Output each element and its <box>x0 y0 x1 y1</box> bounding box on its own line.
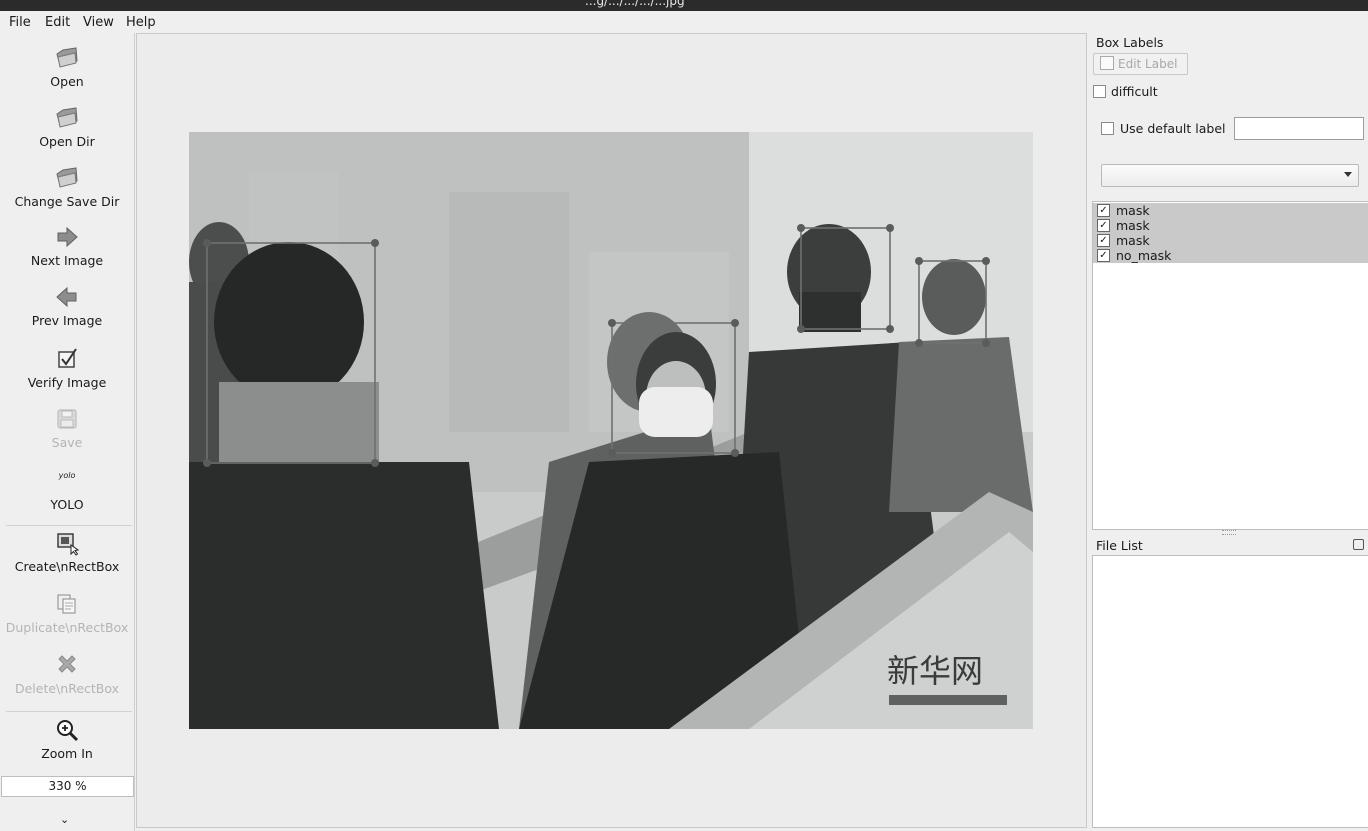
label-list-item[interactable]: ✓ mask <box>1093 203 1368 218</box>
right-dock: Box Labels Edit Label difficult Use defa… <box>1088 33 1368 831</box>
zoom-in-button[interactable]: Zoom In <box>0 717 134 761</box>
label-list-item[interactable]: ✓ mask <box>1093 233 1368 248</box>
menu-bar: File Edit View Help <box>0 11 1368 33</box>
edit-label-button[interactable]: Edit Label <box>1093 53 1188 75</box>
delete-rectbox-label: Delete\nRectBox <box>14 681 120 696</box>
label-list-item[interactable]: ✓ mask <box>1093 218 1368 233</box>
photo-scene: 新华网 <box>189 132 1033 729</box>
change-save-dir-button[interactable]: Change Save Dir <box>0 165 134 209</box>
duplicate-rectbox-button[interactable]: Duplicate\nRectBox <box>0 591 134 635</box>
window-title: ...g/.../.../.../...jpg <box>585 0 685 8</box>
open-dir-label: Open Dir <box>39 134 95 149</box>
prev-image-label: Prev Image <box>31 313 103 328</box>
folder-open-icon <box>56 167 78 188</box>
box-labels-title: Box Labels <box>1096 35 1164 50</box>
dock-float-icon[interactable] <box>1353 539 1364 550</box>
label-list-item[interactable]: ✓ no_mask <box>1093 248 1368 263</box>
zoom-in-icon <box>57 720 79 742</box>
folder-open-icon <box>56 107 78 128</box>
change-save-dir-label: Change Save Dir <box>14 194 120 209</box>
prev-image-button[interactable]: Prev Image <box>0 284 134 328</box>
chevron-down-icon <box>1344 172 1352 177</box>
dock-splitter-handle[interactable] <box>1222 530 1236 535</box>
menu-file[interactable]: File <box>9 15 31 30</box>
next-image-button[interactable]: Next Image <box>0 224 134 268</box>
label-checkbox[interactable]: ✓ <box>1097 249 1110 262</box>
use-default-label-text: Use default label <box>1120 121 1226 136</box>
label-list[interactable]: ✓ mask ✓ mask ✓ mask ✓ no_mask <box>1092 201 1368 530</box>
create-rectbox-label: Create\nRectBox <box>14 559 120 574</box>
save-label: Save <box>51 435 83 450</box>
delete-x-icon <box>58 655 76 673</box>
label-name: mask <box>1116 233 1150 248</box>
verify-image-label: Verify Image <box>27 375 107 390</box>
default-label-input[interactable] <box>1234 117 1364 140</box>
menu-help[interactable]: Help <box>126 15 156 30</box>
open-label: Open <box>50 74 84 89</box>
delete-rectbox-button[interactable]: Delete\nRectBox <box>0 652 134 696</box>
checkbox-verify-icon <box>58 348 77 368</box>
chevron-down-more-icon[interactable]: ⌄ <box>60 813 69 826</box>
yolo-label: YOLO <box>50 497 84 512</box>
toolbar-separator <box>6 525 132 526</box>
image-canvas[interactable]: 新华网 <box>136 33 1087 828</box>
arrow-left-icon <box>56 286 77 308</box>
verify-image-button[interactable]: Verify Image <box>0 346 134 390</box>
file-list[interactable] <box>1092 555 1368 828</box>
pencil-icon <box>1100 56 1114 70</box>
yolo-button[interactable]: yolo YOLO <box>0 469 134 512</box>
next-image-label: Next Image <box>30 253 104 268</box>
create-rect-icon <box>57 533 80 556</box>
file-list-title: File List <box>1096 538 1143 553</box>
label-checkbox[interactable]: ✓ <box>1097 219 1110 232</box>
save-button[interactable]: Save <box>0 406 134 450</box>
menu-view[interactable]: View <box>83 15 114 30</box>
edit-label-text: Edit Label <box>1118 57 1178 71</box>
label-checkbox[interactable]: ✓ <box>1097 234 1110 247</box>
toolbar-separator <box>6 711 132 712</box>
left-toolbar: Open Open Dir Change Save Dir Next Image… <box>0 33 135 831</box>
difficult-label: difficult <box>1111 84 1158 99</box>
duplicate-rectbox-label: Duplicate\nRectBox <box>5 620 129 635</box>
use-default-label-checkbox[interactable] <box>1101 122 1114 135</box>
label-name: no_mask <box>1116 248 1172 263</box>
yolo-format-icon: yolo <box>58 471 76 480</box>
create-rectbox-button[interactable]: Create\nRectBox <box>0 530 134 574</box>
label-combobox[interactable] <box>1101 164 1359 187</box>
duplicate-icon <box>57 594 76 614</box>
open-dir-button[interactable]: Open Dir <box>0 105 134 149</box>
arrow-right-icon <box>57 226 78 248</box>
label-name: mask <box>1116 218 1150 233</box>
menu-edit[interactable]: Edit <box>45 15 70 30</box>
zoom-value-box[interactable]: 330 % <box>1 776 134 797</box>
label-checkbox[interactable]: ✓ <box>1097 204 1110 217</box>
difficult-checkbox[interactable] <box>1093 85 1106 98</box>
watermark-text: 新华网 <box>887 652 983 690</box>
folder-open-icon <box>56 47 78 68</box>
open-button[interactable]: Open <box>0 45 134 89</box>
floppy-disk-icon <box>57 409 77 429</box>
zoom-in-label: Zoom In <box>41 746 93 761</box>
annotated-photo[interactable]: 新华网 <box>189 132 1033 729</box>
window-titlebar: ...g/.../.../.../...jpg <box>0 0 1368 11</box>
label-name: mask <box>1116 203 1150 218</box>
